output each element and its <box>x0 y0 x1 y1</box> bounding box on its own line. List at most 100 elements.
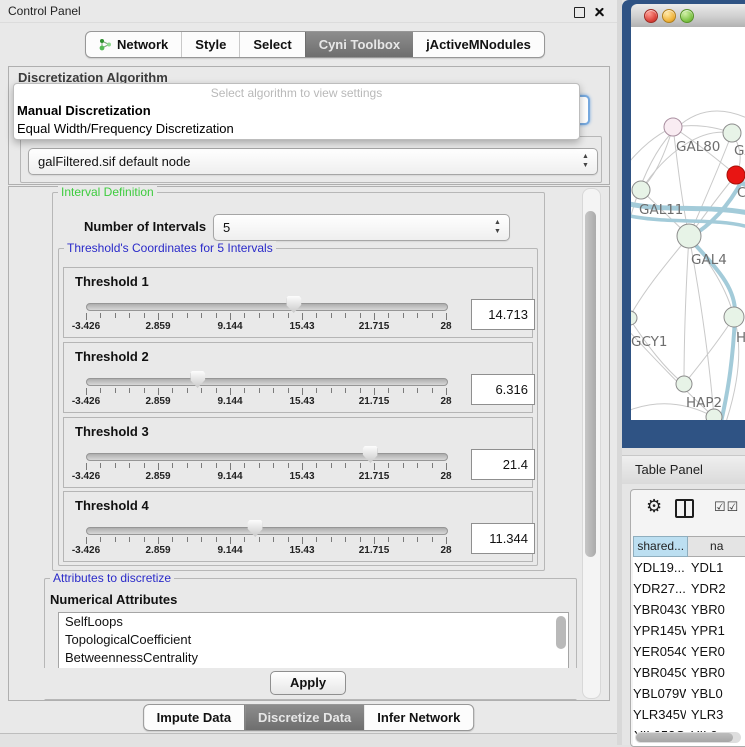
tab-network-label: Network <box>117 37 168 52</box>
select-columns-checkboxes-icon[interactable]: ☑☑ <box>714 499 739 515</box>
table-row[interactable]: YDL19...YDL1 <box>633 557 745 578</box>
tick-label: 15.43 <box>289 471 314 482</box>
tab-network[interactable]: Network <box>86 32 181 57</box>
tab-jactivemnodules[interactable]: jActiveMNodules <box>413 32 544 57</box>
table-row[interactable]: YDR27...YDR2 <box>633 578 745 599</box>
network-node[interactable] <box>727 166 745 184</box>
table-row[interactable]: YBR043CYBR0 <box>633 599 745 620</box>
table-row[interactable]: YBR045CYBR0 <box>633 662 745 683</box>
list-scrollbar[interactable] <box>556 616 566 649</box>
minimize-traffic-light-icon[interactable] <box>662 9 676 23</box>
slider-ticks <box>86 463 446 471</box>
column-header-shared-name[interactable]: shared... <box>633 536 688 557</box>
slider-track[interactable] <box>86 453 448 461</box>
tick-label: 21.715 <box>359 545 390 556</box>
threshold-1-value[interactable]: 14.713 <box>471 299 535 330</box>
tick-label: -3.426 <box>72 545 100 556</box>
slider-track[interactable] <box>86 527 448 535</box>
float-window-icon[interactable] <box>574 7 585 18</box>
number-of-intervals-label: Number of Intervals <box>84 219 206 234</box>
scrollbar-thumb[interactable] <box>636 733 733 742</box>
zoom-traffic-light-icon[interactable] <box>680 9 694 23</box>
algorithm-option-manual[interactable]: Manual Discretization <box>14 102 579 120</box>
numerical-attributes-list[interactable]: SelfLoops TopologicalCoefficient Between… <box>58 612 569 670</box>
algorithm-option-equal-width[interactable]: Equal Width/Frequency Discretization <box>14 120 579 138</box>
tab-style[interactable]: Style <box>181 32 239 57</box>
table-row[interactable]: YER054CYER0 <box>633 641 745 662</box>
network-canvas[interactable]: GAL80GACGAL11GAL4GCY1HHAP2 <box>631 27 745 420</box>
list-item[interactable]: SelfLoops <box>59 613 568 631</box>
network-node[interactable] <box>632 181 650 199</box>
apply-button[interactable]: Apply <box>270 671 346 695</box>
table-cell[interactable]: YDL1 <box>686 557 745 578</box>
table-data-combobox[interactable]: galFiltered.sif default node ▲▼ <box>28 148 598 175</box>
network-node[interactable] <box>723 124 741 142</box>
tab-impute-data[interactable]: Impute Data <box>144 705 244 730</box>
table-cell[interactable]: YBL079W <box>633 683 686 704</box>
table-horizontal-scrollbar[interactable] <box>635 732 741 743</box>
threshold-1-slider[interactable]: -3.4262.8599.14415.4321.71528 <box>86 268 446 337</box>
table-panel-body: ⚙ ☑☑ shared... na YDL19...YDL1YDR27...YD… <box>622 484 745 745</box>
threshold-4-value[interactable]: 11.344 <box>471 523 535 554</box>
table-cell[interactable]: YDL19... <box>633 557 686 578</box>
network-canvas-svg: GAL80GACGAL11GAL4GCY1HHAP2 <box>631 27 745 420</box>
slider-ticks <box>86 537 446 545</box>
number-of-intervals-combobox[interactable]: 5 ▲▼ <box>213 214 510 241</box>
close-traffic-light-icon[interactable] <box>644 9 658 23</box>
network-view-window[interactable]: GAL80GACGAL11GAL4GCY1HHAP2 <box>622 0 745 448</box>
thresholds-group-title: Threshold's Coordinates for 5 Intervals <box>64 241 276 255</box>
settings-vertical-scrollbar[interactable] <box>582 188 601 699</box>
table-row[interactable]: YLR345WYLR3 <box>633 704 745 725</box>
table-cell[interactable]: YBR0 <box>686 662 745 683</box>
network-node-label: H <box>736 330 745 346</box>
table-row[interactable]: YBL079WYBL0 <box>633 683 745 704</box>
threshold-4-slider[interactable]: -3.4262.8599.14415.4321.71528 <box>86 492 446 561</box>
list-item[interactable]: BetweennessCentrality <box>59 649 568 667</box>
threshold-2-slider[interactable]: -3.4262.8599.14415.4321.71528 <box>86 343 446 412</box>
table-panel-title: Table Panel <box>635 462 703 477</box>
tick-label: 15.43 <box>289 545 314 556</box>
slider-track[interactable] <box>86 378 448 386</box>
network-node-label: GCY1 <box>631 334 668 350</box>
tab-cyni-toolbox[interactable]: Cyni Toolbox <box>305 32 413 57</box>
table-cell[interactable]: YDR2 <box>686 578 745 599</box>
slider-tick-labels: -3.4262.8599.14415.4321.71528 <box>86 321 446 333</box>
table-cell[interactable]: YPR1 <box>686 620 745 641</box>
threshold-3-value[interactable]: 21.4 <box>471 449 535 480</box>
table-cell[interactable]: YBR045C <box>633 662 686 683</box>
slider-track[interactable] <box>86 303 448 311</box>
network-node[interactable] <box>677 224 701 248</box>
columns-icon[interactable] <box>675 499 694 518</box>
network-node[interactable] <box>724 307 744 327</box>
network-window-titlebar[interactable] <box>631 4 745 28</box>
slider-ticks <box>86 313 446 321</box>
table-cell[interactable]: YBR043C <box>633 599 686 620</box>
table-cell[interactable]: YDR27... <box>633 578 686 599</box>
table-cell[interactable]: YER0 <box>686 641 745 662</box>
table-cell[interactable]: YLR345W <box>633 704 686 725</box>
table-cell[interactable]: YPR145W <box>633 620 686 641</box>
close-icon[interactable] <box>594 6 605 17</box>
table-cell[interactable]: YLR3 <box>686 704 745 725</box>
gear-icon[interactable]: ⚙ <box>646 496 662 516</box>
table-cell[interactable]: YBL0 <box>686 683 745 704</box>
interval-definition-title: Interval Definition <box>58 185 157 199</box>
tab-discretize-data[interactable]: Discretize Data <box>244 705 364 730</box>
threshold-3-slider[interactable]: -3.4262.8599.14415.4321.71528 <box>86 418 446 487</box>
network-node[interactable] <box>664 118 682 136</box>
tab-select[interactable]: Select <box>239 32 304 57</box>
column-header-name[interactable]: na <box>688 536 745 557</box>
table-row[interactable]: YPR145WYPR1 <box>633 620 745 641</box>
scrollbar-thumb[interactable] <box>585 211 596 557</box>
network-node[interactable] <box>706 409 722 420</box>
threshold-2-value[interactable]: 6.316 <box>471 374 535 405</box>
attributes-group-title: Attributes to discretize <box>50 571 174 585</box>
table-cell[interactable]: YBR0 <box>686 599 745 620</box>
threshold-1-box: Threshold 1 -3.4262.8599.14415.4321.7152… <box>63 267 533 338</box>
network-node[interactable] <box>676 376 692 392</box>
tab-infer-network[interactable]: Infer Network <box>364 705 473 730</box>
list-item[interactable]: TopologicalCoefficient <box>59 631 568 649</box>
tick-label: 2.859 <box>145 321 170 332</box>
table-cell[interactable]: YER054C <box>633 641 686 662</box>
network-node[interactable] <box>631 311 637 325</box>
